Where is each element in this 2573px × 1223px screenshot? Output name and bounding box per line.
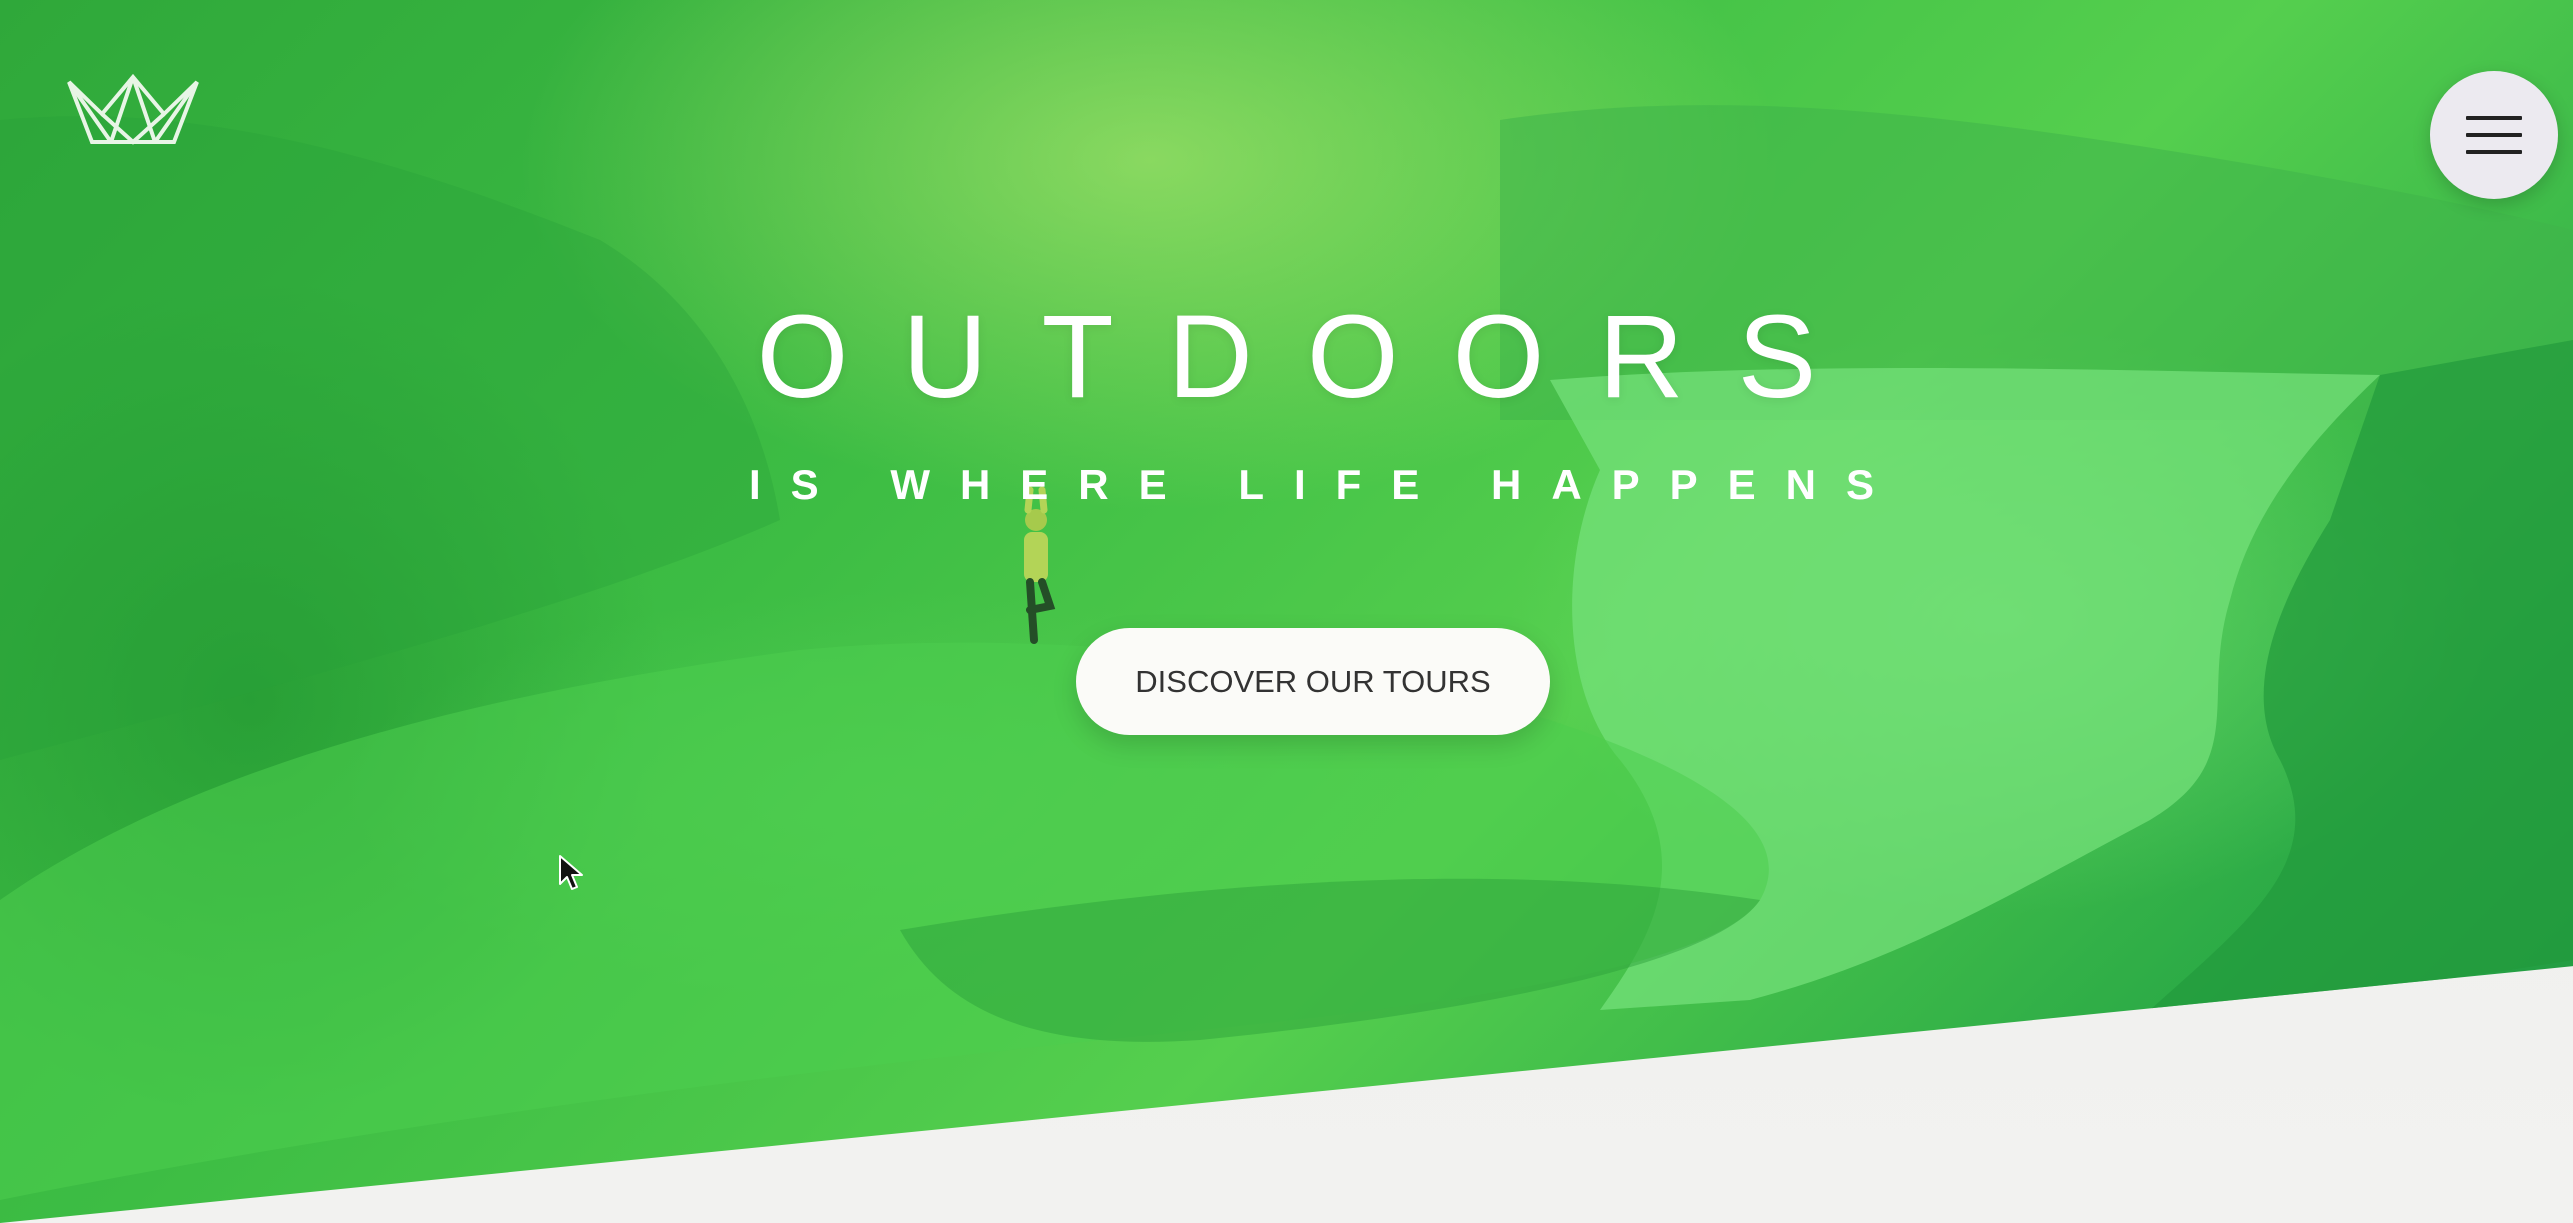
hero-section: OUTDOORS IS WHERE LIFE HAPPENS DISCOVER … bbox=[0, 0, 2573, 1223]
menu-button[interactable] bbox=[2430, 71, 2558, 199]
hero-subtitle: IS WHERE LIFE HAPPENS bbox=[748, 461, 1905, 508]
discover-tours-button[interactable]: DISCOVER OUR TOURS bbox=[1076, 628, 1550, 735]
hamburger-icon bbox=[2466, 116, 2522, 154]
hero-title: OUTDOORS bbox=[756, 291, 1871, 423]
mouse-pointer-icon bbox=[559, 855, 583, 890]
hero-landscape-image bbox=[0, 105, 2573, 1200]
hiker-figure bbox=[1024, 486, 1056, 644]
crown-icon[interactable] bbox=[66, 74, 200, 154]
page: OUTDOORS IS WHERE LIFE HAPPENS DISCOVER … bbox=[0, 0, 2573, 1223]
